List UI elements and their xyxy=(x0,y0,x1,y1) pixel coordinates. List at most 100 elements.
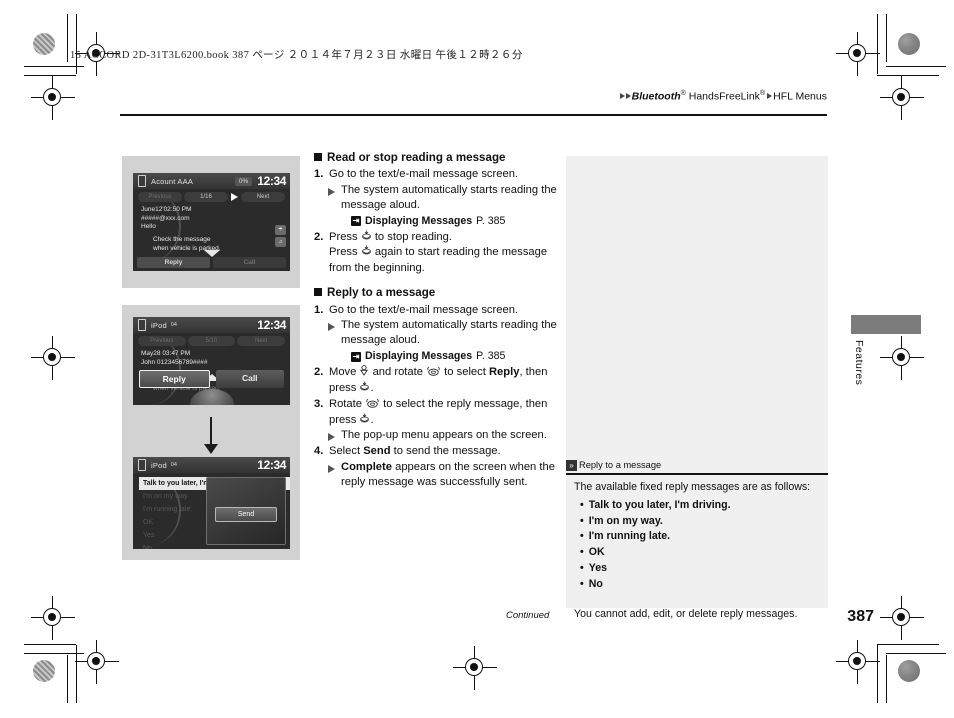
note-marker-icon: » xyxy=(566,459,577,471)
list-item: OK xyxy=(574,545,820,561)
section-bullet-icon xyxy=(314,153,322,161)
section-heading-text: Read or stop reading a message xyxy=(327,151,506,164)
cross-reference-label[interactable]: Displaying Messages xyxy=(365,214,472,229)
crop-mark-br-h2 xyxy=(877,644,939,645)
step-text-pre: Press xyxy=(329,231,361,244)
screen-status-bar: Acount AAA 0% 12:34 xyxy=(133,173,290,189)
screen-action-buttons[interactable]: Reply Call xyxy=(139,370,284,388)
signal-icon: 04 xyxy=(170,322,177,328)
volume-icon[interactable]: ♫ xyxy=(275,237,286,247)
tab-next[interactable]: Next xyxy=(237,335,286,346)
battery-badge: 0% xyxy=(234,176,253,186)
section-bullet-icon xyxy=(314,288,322,297)
clock: 12:34 xyxy=(257,458,286,472)
triangle-right-icon xyxy=(328,428,341,443)
step-item: 3. Rotate to select the reply message, t… xyxy=(314,397,562,428)
side-note-intro: The available fixed reply messages are a… xyxy=(574,481,811,493)
section-heading-text: Reply to a message xyxy=(327,286,436,300)
tab-next[interactable]: Next xyxy=(241,191,285,202)
color-bar-dot-top-left xyxy=(33,33,55,55)
step-text-a: Select xyxy=(329,445,364,458)
step-number: 1. xyxy=(314,303,324,316)
list-item: Talk to you later, I'm driving. xyxy=(574,498,820,514)
step-item: 2. Press to stop reading. Press again to… xyxy=(314,230,562,276)
message-counter: 5/10 xyxy=(187,335,236,346)
cross-reference-page: P. 385 xyxy=(476,349,506,362)
screen-status-bar: iPod 04 12:34 xyxy=(133,457,290,473)
chevron-right-icon xyxy=(619,92,625,99)
phone-icon xyxy=(138,319,146,331)
side-note-title: » Reply to a message xyxy=(566,458,828,472)
side-note-tail: You cannot add, edit, or delete reply me… xyxy=(574,607,798,620)
list-item: Yes xyxy=(574,561,820,577)
crop-mark-tl-h2 xyxy=(24,75,76,76)
reply-button[interactable]: Reply xyxy=(137,257,210,268)
side-note-body: The available fixed reply messages are a… xyxy=(574,480,820,622)
color-bar-dot-bottom-right xyxy=(898,660,920,682)
list-item: I'm running late. xyxy=(574,529,820,545)
scroll-down-icon[interactable] xyxy=(203,250,220,257)
cross-reference[interactable]: ⇥ Displaying Messages P. 385 xyxy=(351,349,562,364)
fixed-reply-list: Talk to you later, I'm driving. I'm on m… xyxy=(574,498,820,593)
device-name: iPod xyxy=(151,460,167,470)
reply-button[interactable]: Reply xyxy=(139,370,210,388)
screen-bottom-buttons[interactable]: Reply Call xyxy=(137,257,286,268)
list-item: I'm on my way. xyxy=(574,514,820,530)
step-text-b: to send the message. xyxy=(390,445,501,458)
instructions-column: Read or stop reading a message 1. Go to … xyxy=(314,150,562,491)
send-keyword: Send xyxy=(363,445,391,458)
print-meta-line: 15 ACCORD 2D-31T3L6200.book 387 ページ ２０１４… xyxy=(70,50,523,61)
step-text-e: . xyxy=(370,381,374,394)
message-subject: Hello xyxy=(141,223,156,230)
crop-mark-br-h xyxy=(886,653,946,654)
side-note-divider xyxy=(566,473,828,475)
breadcrumb: Bluetooth® HandsFreeLink® HFL Menus xyxy=(619,90,827,103)
device-screen-two: iPod 04 12:34 Previous 5/10 Next May28 0… xyxy=(133,317,290,405)
cross-reference-label[interactable]: Displaying Messages xyxy=(365,349,472,364)
step-text: Select Send to send the message. xyxy=(329,444,562,459)
page-root: 15 ACCORD 2D-31T3L6200.book 387 ページ ２０１４… xyxy=(0,0,954,718)
device-screen-three: iPod 04 12:34 Talk to you later, I'm I'm… xyxy=(133,457,290,549)
step-subnote-text: Complete appears on the screen when the … xyxy=(341,460,562,491)
registration-mark-bottom-center xyxy=(453,646,497,690)
press-knob-icon xyxy=(361,230,371,240)
crop-mark-tr-h2 xyxy=(877,75,939,76)
triangle-right-icon xyxy=(328,318,341,349)
call-button[interactable]: Call xyxy=(213,257,286,268)
step-text: Go to the text/e-mail message screen. xyxy=(329,168,519,181)
step-subnote-text: The system automatically starts reading … xyxy=(341,183,557,212)
popup-menu[interactable]: Send xyxy=(206,477,286,545)
crop-mark-bl-v2 xyxy=(76,645,77,703)
speaker-icon[interactable]: ☂ xyxy=(275,225,286,235)
tab-previous[interactable]: Previous xyxy=(138,335,186,346)
section-heading-reply: Reply to a message xyxy=(314,285,562,300)
section-heading-read-stop: Read or stop reading a message xyxy=(314,150,562,165)
play-icon[interactable] xyxy=(231,192,238,201)
header-divider xyxy=(120,114,827,116)
crop-mark-tr-h xyxy=(886,66,946,67)
message-date: May28 03:47 PM xyxy=(141,350,191,357)
tab-previous[interactable]: Previous xyxy=(138,191,182,202)
cross-reference[interactable]: ⇥ Displaying Messages P. 385 xyxy=(351,214,562,229)
step-text: Rotate to select the reply message, then… xyxy=(329,397,562,428)
screen-side-buttons[interactable]: ☂ ♫ xyxy=(275,225,286,249)
registration-mark-lower-right xyxy=(880,596,924,640)
illustration-panel-two: iPod 04 12:34 Previous 5/10 Next May28 0… xyxy=(122,305,300,560)
side-note-panel: » Reply to a message The available fixed… xyxy=(566,156,828,620)
joystick-icon xyxy=(360,365,369,377)
breadcrumb-section: HFL Menus xyxy=(773,90,827,103)
message-address: #####@xxx.com xyxy=(141,214,190,222)
crop-mark-tr-v xyxy=(886,14,887,62)
message-header-lines: May28 03:47 PM John 0123456789#### xyxy=(141,350,284,367)
call-button[interactable]: Call xyxy=(215,370,284,388)
message-nav-tabs[interactable]: Previous 5/10 Next xyxy=(137,335,286,346)
crop-mark-bl-v xyxy=(67,655,68,703)
phone-icon xyxy=(138,459,146,471)
continued-label: Continued xyxy=(506,610,550,621)
step-text: Press to stop reading. Press again to st… xyxy=(329,230,562,276)
step-text-c: . xyxy=(370,413,374,426)
message-nav-tabs[interactable]: Previous 1/16 Next xyxy=(137,191,286,202)
send-button[interactable]: Send xyxy=(215,507,277,523)
chapter-thumb-label: Features xyxy=(853,340,865,386)
page-number: 387 xyxy=(847,608,874,625)
